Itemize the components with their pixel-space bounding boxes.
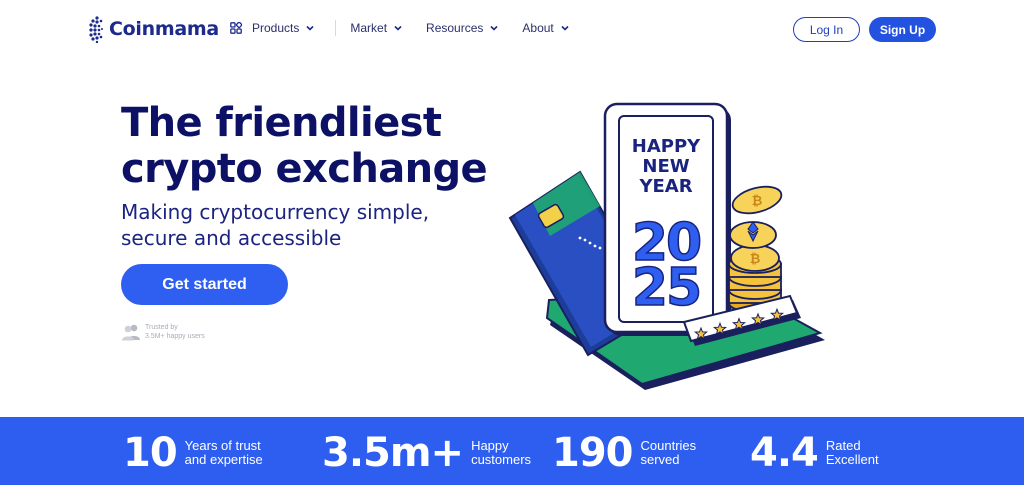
stat-label-line-1: Years of trust bbox=[184, 438, 261, 453]
nav-divider bbox=[335, 20, 337, 36]
svg-text:₿: ₿ bbox=[752, 194, 763, 209]
hero-subtitle: Making cryptocurrency simple, secure and… bbox=[121, 199, 429, 251]
stat-customers: 3.5m+ Happy customers bbox=[322, 433, 531, 473]
stat-label-line-1: Happy bbox=[471, 438, 509, 453]
stat-countries: 190 Countries served bbox=[552, 433, 696, 473]
nav-item-about-label: About bbox=[522, 21, 554, 35]
nav-item-resources[interactable]: Resources bbox=[426, 21, 498, 35]
nav-item-products[interactable]: Products bbox=[230, 21, 314, 35]
top-navigation: Coinmama Products Market Resources About bbox=[0, 0, 1024, 60]
signup-button[interactable]: Sign Up bbox=[869, 17, 936, 42]
stat-value: 10 bbox=[123, 430, 178, 476]
stat-label-line-2: served bbox=[640, 452, 680, 467]
nav-item-market[interactable]: Market bbox=[350, 21, 402, 35]
stat-value: 190 bbox=[552, 430, 633, 476]
stat-label-line-2: customers bbox=[471, 452, 532, 467]
hero-subtitle-line-1: Making cryptocurrency simple, bbox=[121, 200, 430, 224]
stat-value: 3.5m+ bbox=[322, 430, 464, 476]
coinmama-logo-icon bbox=[89, 16, 103, 43]
stat-value: 4.4 bbox=[750, 430, 819, 476]
phone-year-text: YEAR bbox=[638, 176, 692, 197]
stat-label-line-2: and expertise bbox=[184, 452, 263, 467]
stat-years: 10 Years of trust and expertise bbox=[123, 433, 263, 473]
stat-label: Happy customers bbox=[471, 439, 531, 467]
coin-stack-icon: ₿ ₿ bbox=[728, 185, 783, 313]
hero-title: The friendliest crypto exchange bbox=[121, 100, 488, 192]
hero-title-line-1: The friendliest bbox=[121, 100, 442, 146]
stat-label-line-1: Rated bbox=[825, 438, 861, 453]
stat-label: Rated Excellent bbox=[826, 439, 879, 467]
phone-happy-text: HAPPY bbox=[632, 136, 701, 157]
hero-title-line-2: crypto exchange bbox=[121, 146, 488, 192]
svg-text:25: 25 bbox=[632, 258, 700, 318]
get-started-button[interactable]: Get started bbox=[121, 264, 288, 305]
trusted-line-1: Trusted by bbox=[145, 324, 178, 331]
login-button[interactable]: Log In bbox=[793, 17, 860, 42]
trusted-text: Trusted by 3.5M+ happy users bbox=[145, 323, 205, 341]
year-2025-graphic: 20 25 bbox=[631, 212, 703, 319]
nav-item-products-label: Products bbox=[252, 21, 300, 35]
nav-item-about[interactable]: About bbox=[522, 21, 569, 35]
stat-label: Countries served bbox=[641, 439, 697, 467]
stat-label-line-1: Countries bbox=[640, 438, 697, 453]
stat-label: Years of trust and expertise bbox=[185, 439, 263, 467]
trusted-by-note: Trusted by 3.5M+ happy users bbox=[121, 323, 205, 341]
nav-item-resources-label: Resources bbox=[426, 21, 484, 35]
chevron-down-icon bbox=[394, 25, 402, 31]
logo-text: Coinmama bbox=[109, 18, 219, 40]
coinmama-logo[interactable]: Coinmama bbox=[88, 14, 219, 44]
nav-menu: Products Market Resources About bbox=[230, 20, 569, 36]
phone-new-text: NEW bbox=[642, 156, 689, 177]
chevron-down-icon bbox=[306, 25, 314, 31]
grid-icon bbox=[230, 22, 242, 34]
hero-illustration: HAPPY NEW YEAR 20 25 ₿ ₿ bbox=[508, 102, 825, 390]
phone-icon: HAPPY NEW YEAR 20 25 bbox=[603, 102, 731, 336]
trusted-line-2: 3.5M+ happy users bbox=[145, 333, 205, 340]
stat-rating: 4.4 Rated Excellent bbox=[750, 433, 879, 473]
nav-item-market-label: Market bbox=[350, 21, 388, 35]
chevron-down-icon bbox=[490, 25, 498, 31]
chevron-down-icon bbox=[561, 25, 569, 31]
svg-text:₿: ₿ bbox=[750, 252, 761, 267]
users-icon bbox=[122, 324, 140, 341]
hero-subtitle-line-2: secure and accessible bbox=[121, 226, 342, 250]
stat-label-line-2: Excellent bbox=[825, 452, 879, 467]
stats-bar: 10 Years of trust and expertise 3.5m+ Ha… bbox=[0, 417, 1024, 485]
